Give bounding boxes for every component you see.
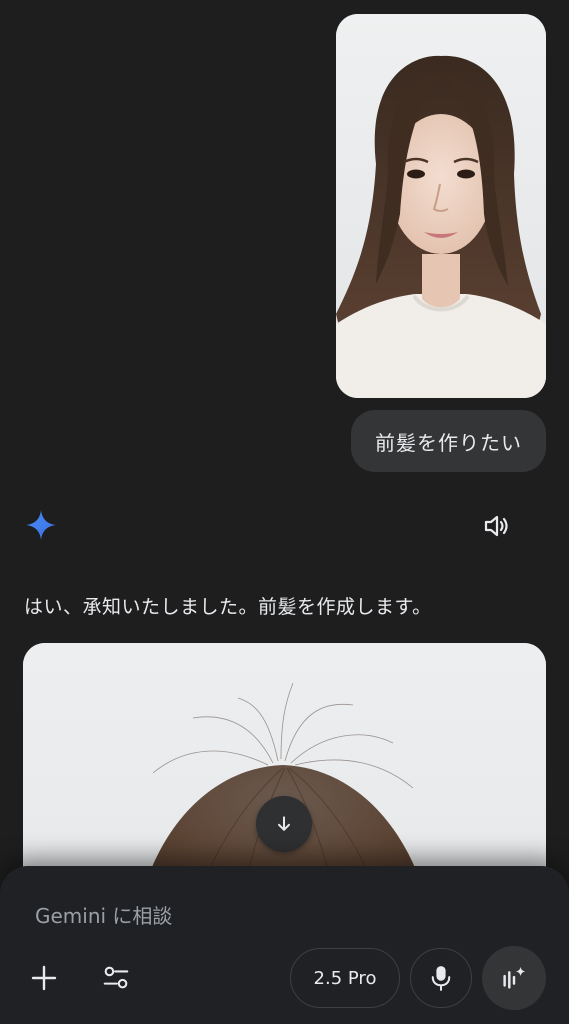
assistant-response-text: はい、承知いたしました。前髪を作成します。 [24,596,432,618]
arrow-down-icon [278,816,290,831]
tools-icon [103,966,129,989]
scroll-to-bottom-button[interactable] [256,796,312,852]
microphone-button[interactable] [410,948,472,1008]
user-message-bubble: 前髪を作りたい [351,410,546,472]
live-mode-button[interactable] [482,946,546,1010]
read-aloud-button[interactable] [478,508,514,544]
gemini-star-icon [24,508,58,542]
composer-panel [0,866,569,1024]
mic-icon [431,966,451,991]
user-uploaded-photo[interactable] [336,14,546,398]
live-sparkle-icon [503,966,526,989]
prompt-input[interactable]: Gemini に相談 [35,900,172,929]
speaker-icon [484,515,508,537]
plus-icon [31,965,57,991]
chat-screen: 前髪を作りたい はい、承知いたしました。前髪を作成します。 Gemini に相談… [0,0,569,1024]
add-attachment-button[interactable] [24,958,64,998]
tools-button[interactable] [96,958,136,998]
model-selector-button[interactable]: 2.5 Pro [290,948,400,1008]
